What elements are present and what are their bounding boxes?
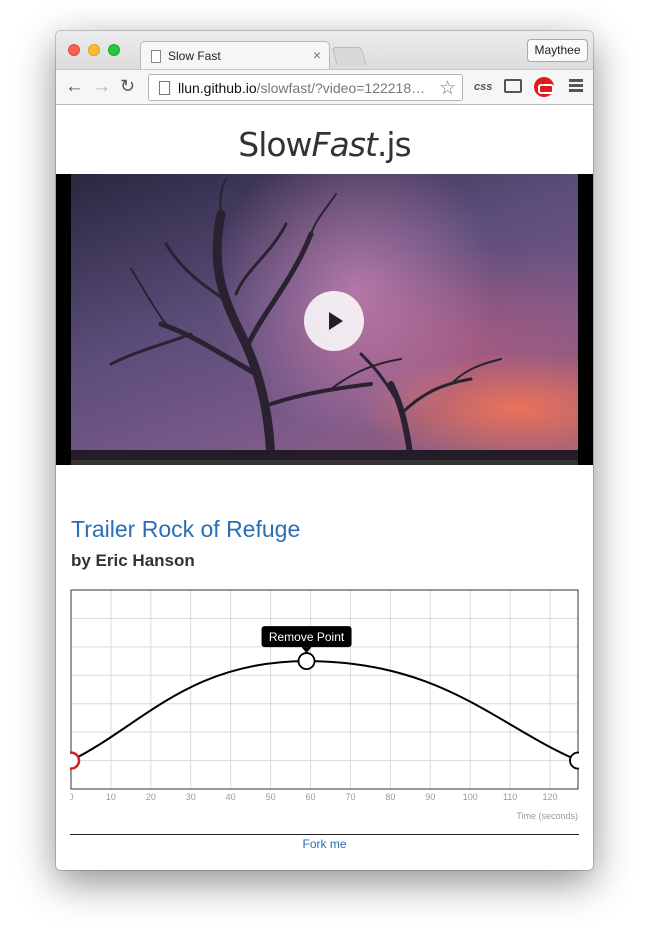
new-tab-button[interactable] [331, 47, 367, 65]
url-host: llun.github.io [178, 80, 257, 96]
url-text[interactable]: llun.github.io/slowfast/?video=122218… [178, 80, 425, 96]
x-tick-label: 70 [345, 792, 355, 802]
hamburger-menu-icon[interactable] [569, 79, 583, 94]
profile-button[interactable]: Maythee [527, 39, 588, 62]
site-title: SlowFast.js [56, 125, 593, 164]
page-icon [159, 81, 170, 95]
url-path: /slowfast/?video=122218… [256, 80, 426, 96]
minimize-window-icon[interactable] [88, 44, 100, 56]
red-extension-icon[interactable] [534, 77, 554, 97]
x-tick-label: 30 [186, 792, 196, 802]
x-tick-label: 20 [146, 792, 156, 802]
curve-control-point[interactable] [569, 751, 579, 770]
page-content: SlowFast.js Trailer Rock of Refuge by Er… [56, 105, 593, 870]
browser-toolbar: ← → ↻ llun.github.io/slowfast/?video=122… [56, 69, 593, 105]
x-tick-label: 40 [226, 792, 236, 802]
speed-curve-chart[interactable]: 0 10 20 30 40 50 60 70 80 90 100 110 120 Time (second… [70, 589, 579, 829]
x-tick-label: 0 [70, 792, 74, 802]
video-progress-bar[interactable] [71, 460, 578, 465]
title-bar: Slow Fast × Maythee [56, 31, 593, 70]
fork-me-link[interactable]: Fork me [56, 837, 593, 851]
video-player[interactable] [56, 174, 593, 465]
reload-icon[interactable]: ↻ [120, 76, 135, 97]
browser-tab[interactable]: Slow Fast × [140, 41, 330, 70]
address-bar[interactable]: llun.github.io/slowfast/?video=122218… ☆ [148, 74, 463, 101]
back-arrow-icon[interactable]: ← [65, 76, 84, 98]
video-author: by Eric Hanson [71, 551, 195, 570]
title-slow: Slow [238, 125, 312, 164]
browser-window: Slow Fast × Maythee ← → ↻ llun.github.io… [56, 31, 593, 870]
x-tick-label: 110 [503, 792, 517, 802]
video-title[interactable]: Trailer Rock of Refuge [71, 516, 300, 543]
tab-close-icon[interactable]: × [313, 47, 321, 63]
divider [70, 834, 579, 835]
tab-title: Slow Fast [168, 49, 221, 63]
forward-arrow-icon[interactable]: → [92, 76, 111, 98]
maximize-window-icon[interactable] [108, 44, 120, 56]
star-icon[interactable]: ☆ [439, 77, 456, 100]
x-tick-label: 50 [266, 792, 276, 802]
title-js: .js [376, 125, 412, 164]
cast-icon[interactable] [504, 79, 522, 93]
x-axis-label: Time (seconds) [516, 811, 578, 821]
page-icon [151, 50, 161, 63]
play-button[interactable] [304, 291, 364, 351]
x-tick-label: 90 [425, 792, 435, 802]
x-tick-label: 120 [543, 792, 558, 802]
tooltip-label[interactable]: Remove Point [269, 630, 345, 644]
speed-curve-line [70, 660, 579, 762]
x-tick-label: 60 [306, 792, 316, 802]
video-thumbnail [71, 174, 578, 460]
title-fast: Fast [311, 125, 378, 164]
chart-frame [70, 589, 579, 790]
curve-control-point[interactable] [70, 751, 81, 770]
x-tick-label: 80 [385, 792, 395, 802]
x-tick-label: 10 [106, 792, 116, 802]
curve-control-point[interactable] [297, 652, 316, 670]
x-tick-label: 100 [463, 792, 478, 802]
close-window-icon[interactable] [68, 44, 80, 56]
css-extension-icon[interactable]: css [474, 81, 492, 93]
